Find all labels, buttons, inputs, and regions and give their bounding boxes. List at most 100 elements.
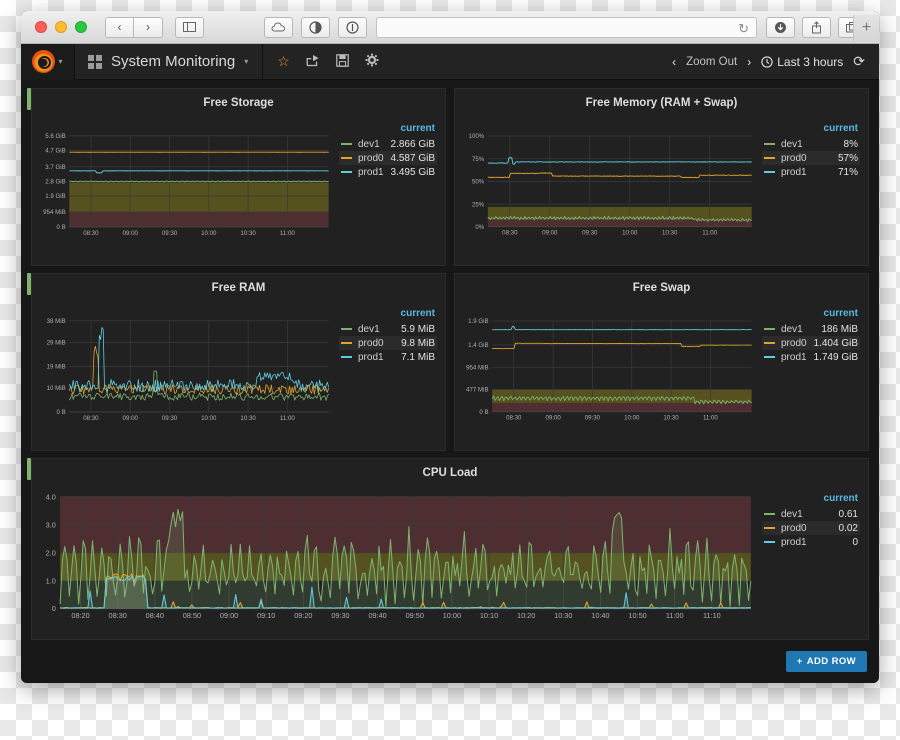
close-window-button[interactable] bbox=[35, 21, 47, 33]
legend-series-name: dev1 bbox=[781, 509, 839, 520]
plus-icon: + bbox=[797, 656, 803, 667]
refresh-icon[interactable]: ⟳ bbox=[853, 53, 865, 70]
add-row-bar: + ADD ROW bbox=[21, 647, 879, 682]
reload-icon[interactable]: ↻ bbox=[738, 21, 749, 37]
x-axis-tick-label: 10:10 bbox=[480, 611, 498, 620]
x-axis-tick-label: 09:00 bbox=[542, 230, 558, 237]
panel-free-memory[interactable]: Free Memory (RAM + Swap)0%25%50%75%100%0… bbox=[454, 88, 869, 266]
legend-row[interactable]: dev12.866 GiB bbox=[339, 137, 437, 151]
threshold-band bbox=[492, 403, 752, 412]
chart-svg: 0 B10 MiB19 MiB29 MiB38 MiB08:3009:0009:… bbox=[36, 296, 333, 444]
dashboard-picker[interactable]: System Monitoring ▾ bbox=[74, 44, 263, 80]
star-icon[interactable]: ☆ bbox=[277, 53, 290, 70]
legend-row[interactable]: dev18% bbox=[762, 137, 860, 151]
y-axis-tick-label: 0% bbox=[475, 224, 484, 231]
share-icon[interactable] bbox=[802, 17, 831, 38]
chevron-down-icon[interactable]: ▾ bbox=[58, 57, 62, 66]
y-axis-tick-label: 1.0 bbox=[46, 576, 56, 585]
panel-free-ram[interactable]: Free RAM0 B10 MiB19 MiB29 MiB38 MiB08:30… bbox=[31, 273, 446, 451]
legend-series-name: prod0 bbox=[781, 153, 838, 164]
navigation-buttons[interactable]: ‹ › bbox=[105, 17, 163, 38]
chart-svg: 0 B477 MiB954 MiB1.4 GiB1.9 GiB08:3009:0… bbox=[459, 296, 756, 444]
panel-title: Free Memory (RAM + Swap) bbox=[455, 93, 868, 111]
grafana-logo-button[interactable]: ▾ bbox=[21, 44, 74, 80]
time-shift-back-button[interactable]: ‹ bbox=[672, 55, 676, 69]
legend-color-swatch bbox=[764, 143, 775, 146]
save-dashboard-icon[interactable] bbox=[336, 54, 349, 70]
info-icon[interactable] bbox=[338, 17, 367, 38]
x-axis-tick-label: 10:50 bbox=[628, 611, 646, 620]
sidebar-icon[interactable] bbox=[175, 17, 204, 38]
x-axis-tick-label: 11:00 bbox=[280, 230, 295, 237]
legend-row[interactable]: prod171% bbox=[762, 165, 860, 179]
legend-row[interactable]: prod09.8 MiB bbox=[339, 336, 437, 350]
grafana-logo-icon bbox=[32, 50, 55, 73]
panel-free-swap[interactable]: Free Swap0 B477 MiB954 MiB1.4 GiB1.9 GiB… bbox=[454, 273, 869, 451]
browser-window: ‹ › ↻ bbox=[21, 11, 879, 683]
share-dashboard-icon[interactable] bbox=[306, 54, 320, 70]
legend-row[interactable]: dev1186 MiB bbox=[762, 322, 860, 336]
forward-button[interactable]: › bbox=[134, 17, 163, 38]
new-tab-button[interactable]: + bbox=[853, 15, 879, 41]
legend-header: current bbox=[762, 123, 860, 137]
browser-right-icons[interactable] bbox=[766, 17, 867, 38]
time-shift-forward-button[interactable]: › bbox=[747, 55, 751, 69]
legend-color-swatch bbox=[764, 356, 775, 359]
graph-area[interactable]: 0 B477 MiB954 MiB1.4 GiB1.9 GiB08:3009:0… bbox=[459, 296, 756, 444]
browser-extra-icons[interactable] bbox=[264, 17, 367, 38]
address-bar[interactable]: ↻ bbox=[376, 17, 757, 38]
legend-row[interactable]: prod10 bbox=[762, 535, 860, 549]
legend-row[interactable]: prod13.495 GiB bbox=[339, 165, 437, 179]
legend-header: current bbox=[339, 308, 437, 322]
graph-area[interactable]: 0 B10 MiB19 MiB29 MiB38 MiB08:3009:0009:… bbox=[36, 296, 333, 444]
add-row-label: ADD ROW bbox=[807, 656, 856, 667]
y-axis-tick-label: 100% bbox=[469, 133, 485, 140]
x-axis-tick-label: 08:30 bbox=[109, 611, 127, 620]
minimize-window-button[interactable] bbox=[55, 21, 67, 33]
y-axis-tick-label: 3.0 bbox=[46, 520, 56, 529]
time-range-label: Last 3 hours bbox=[777, 55, 843, 69]
maximize-window-button[interactable] bbox=[75, 21, 87, 33]
legend-color-swatch bbox=[764, 157, 775, 160]
legend-row[interactable]: prod00.02 bbox=[762, 521, 860, 535]
legend-row[interactable]: prod04.587 GiB bbox=[339, 151, 437, 165]
icloud-icon[interactable] bbox=[264, 17, 293, 38]
y-axis-tick-label: 1.9 GiB bbox=[45, 193, 65, 200]
legend-row[interactable]: prod11.749 GiB bbox=[762, 350, 860, 364]
time-controls[interactable]: ‹ Zoom Out › Last 3 hours ⟳ bbox=[672, 53, 879, 70]
gear-icon[interactable] bbox=[365, 53, 379, 70]
legend-series-value: 9.8 MiB bbox=[401, 338, 435, 349]
series-line-prod1 bbox=[492, 326, 752, 329]
add-row-button[interactable]: + ADD ROW bbox=[786, 651, 867, 672]
legend-row[interactable]: prod057% bbox=[762, 151, 860, 165]
dashboard-row-3: CPU Load01.02.03.04.008:2008:3008:4008:5… bbox=[31, 458, 869, 640]
panel-cpu-load[interactable]: CPU Load01.02.03.04.008:2008:3008:4008:5… bbox=[31, 458, 869, 640]
y-axis-tick-label: 29 MiB bbox=[47, 340, 66, 347]
legend-series-name: prod1 bbox=[358, 352, 401, 363]
dashboard-row-2: Free RAM0 B10 MiB19 MiB29 MiB38 MiB08:30… bbox=[31, 273, 869, 451]
y-axis-tick-label: 954 MiB bbox=[43, 209, 66, 216]
chevron-down-icon[interactable]: ▾ bbox=[244, 57, 248, 66]
reader-icon[interactable] bbox=[301, 17, 330, 38]
x-axis-tick-label: 11:10 bbox=[703, 611, 721, 620]
zoom-out-button[interactable]: Zoom Out bbox=[686, 56, 737, 68]
legend-row[interactable]: dev10.61 bbox=[762, 507, 860, 521]
legend-series-name: prod0 bbox=[358, 153, 391, 164]
legend-row[interactable]: prod01.404 GiB bbox=[762, 336, 860, 350]
panel-free-storage[interactable]: Free Storage0 B954 MiB1.9 GiB2.8 GiB3.7 … bbox=[31, 88, 446, 266]
download-icon[interactable] bbox=[766, 17, 795, 38]
graph-area[interactable]: 0 B954 MiB1.9 GiB2.8 GiB3.7 GiB4.7 GiB5.… bbox=[36, 111, 333, 259]
graph-area[interactable]: 01.02.03.04.008:2008:3008:4008:5009:0009… bbox=[36, 481, 756, 633]
legend-row[interactable]: dev15.9 MiB bbox=[339, 322, 437, 336]
legend-series-value: 1.749 GiB bbox=[814, 352, 858, 363]
panel-body: 0%25%50%75%100%08:3009:0009:3010:0010:30… bbox=[455, 111, 868, 265]
legend-row[interactable]: prod17.1 MiB bbox=[339, 350, 437, 364]
window-traffic-lights[interactable] bbox=[35, 21, 87, 33]
panel-title: Free Storage bbox=[32, 93, 445, 111]
x-axis-tick-label: 09:30 bbox=[585, 415, 601, 422]
back-button[interactable]: ‹ bbox=[105, 17, 134, 38]
graph-area[interactable]: 0%25%50%75%100%08:3009:0009:3010:0010:30… bbox=[459, 111, 756, 259]
time-range-picker[interactable]: Last 3 hours bbox=[761, 55, 843, 69]
dashboard-actions[interactable]: ☆ bbox=[263, 53, 379, 70]
series-line-prod1 bbox=[69, 327, 328, 391]
